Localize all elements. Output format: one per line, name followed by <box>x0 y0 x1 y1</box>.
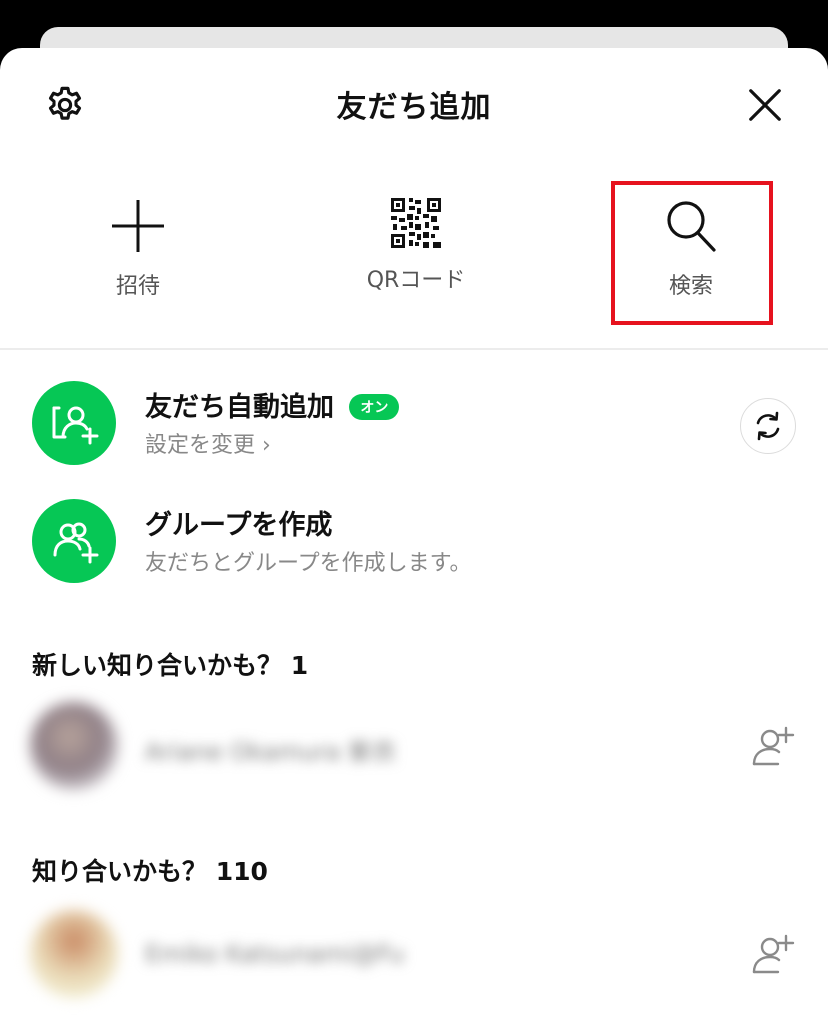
auto-add-friends-row[interactable]: 友だち自動追加 オン 設定を変更 › <box>0 381 828 471</box>
invite-label: 招待 <box>115 274 160 299</box>
section-title-new-suggestions: 新しい知り合いかも？ 1 <box>32 651 309 680</box>
close-icon[interactable] <box>746 86 784 124</box>
avatar <box>30 910 118 998</box>
plus-icon <box>112 200 164 252</box>
qr-code-button[interactable]: QRコード <box>336 198 496 294</box>
change-settings-link[interactable]: 設定を変更 › <box>145 427 271 459</box>
auto-add-friends-label: 友だち自動追加 <box>145 392 334 423</box>
add-friends-sheet: 友だち追加 招待 QRコード 検索 友だち自動追加 オン 設定を変更 › グルー… <box>0 48 828 1035</box>
qr-code-label: QRコード <box>366 268 466 293</box>
auto-add-friends-icon <box>32 381 116 465</box>
page-title: 友だち追加 <box>336 90 492 125</box>
create-group-row[interactable]: グループを作成 友だちとグループを作成します。 <box>0 499 828 589</box>
divider <box>0 348 828 350</box>
add-friend-icon[interactable] <box>750 724 796 770</box>
person-name: Ariane Okamura 紫衣 <box>145 738 397 766</box>
auto-add-friends-title: 友だち自動追加 オン <box>145 385 400 424</box>
invite-button[interactable]: 招待 <box>58 198 218 300</box>
create-group-subtitle: 友だちとグループを作成します。 <box>145 551 472 576</box>
sync-button[interactable] <box>740 398 796 454</box>
create-group-icon <box>32 499 116 583</box>
avatar <box>30 702 118 790</box>
section-title-suggestions: 知り合いかも？ 110 <box>32 857 268 886</box>
refresh-icon <box>756 411 780 441</box>
qr-code-icon <box>391 198 441 248</box>
list-item[interactable]: Emiko Katsunami@Fu <box>0 910 828 1006</box>
search-highlight-box <box>611 181 773 325</box>
person-name: Emiko Katsunami@Fu <box>145 940 405 968</box>
status-badge: オン <box>349 394 400 420</box>
add-friend-icon[interactable] <box>750 932 796 978</box>
create-group-title: グループを作成 <box>145 510 333 541</box>
list-item[interactable]: Ariane Okamura 紫衣 <box>0 702 828 798</box>
